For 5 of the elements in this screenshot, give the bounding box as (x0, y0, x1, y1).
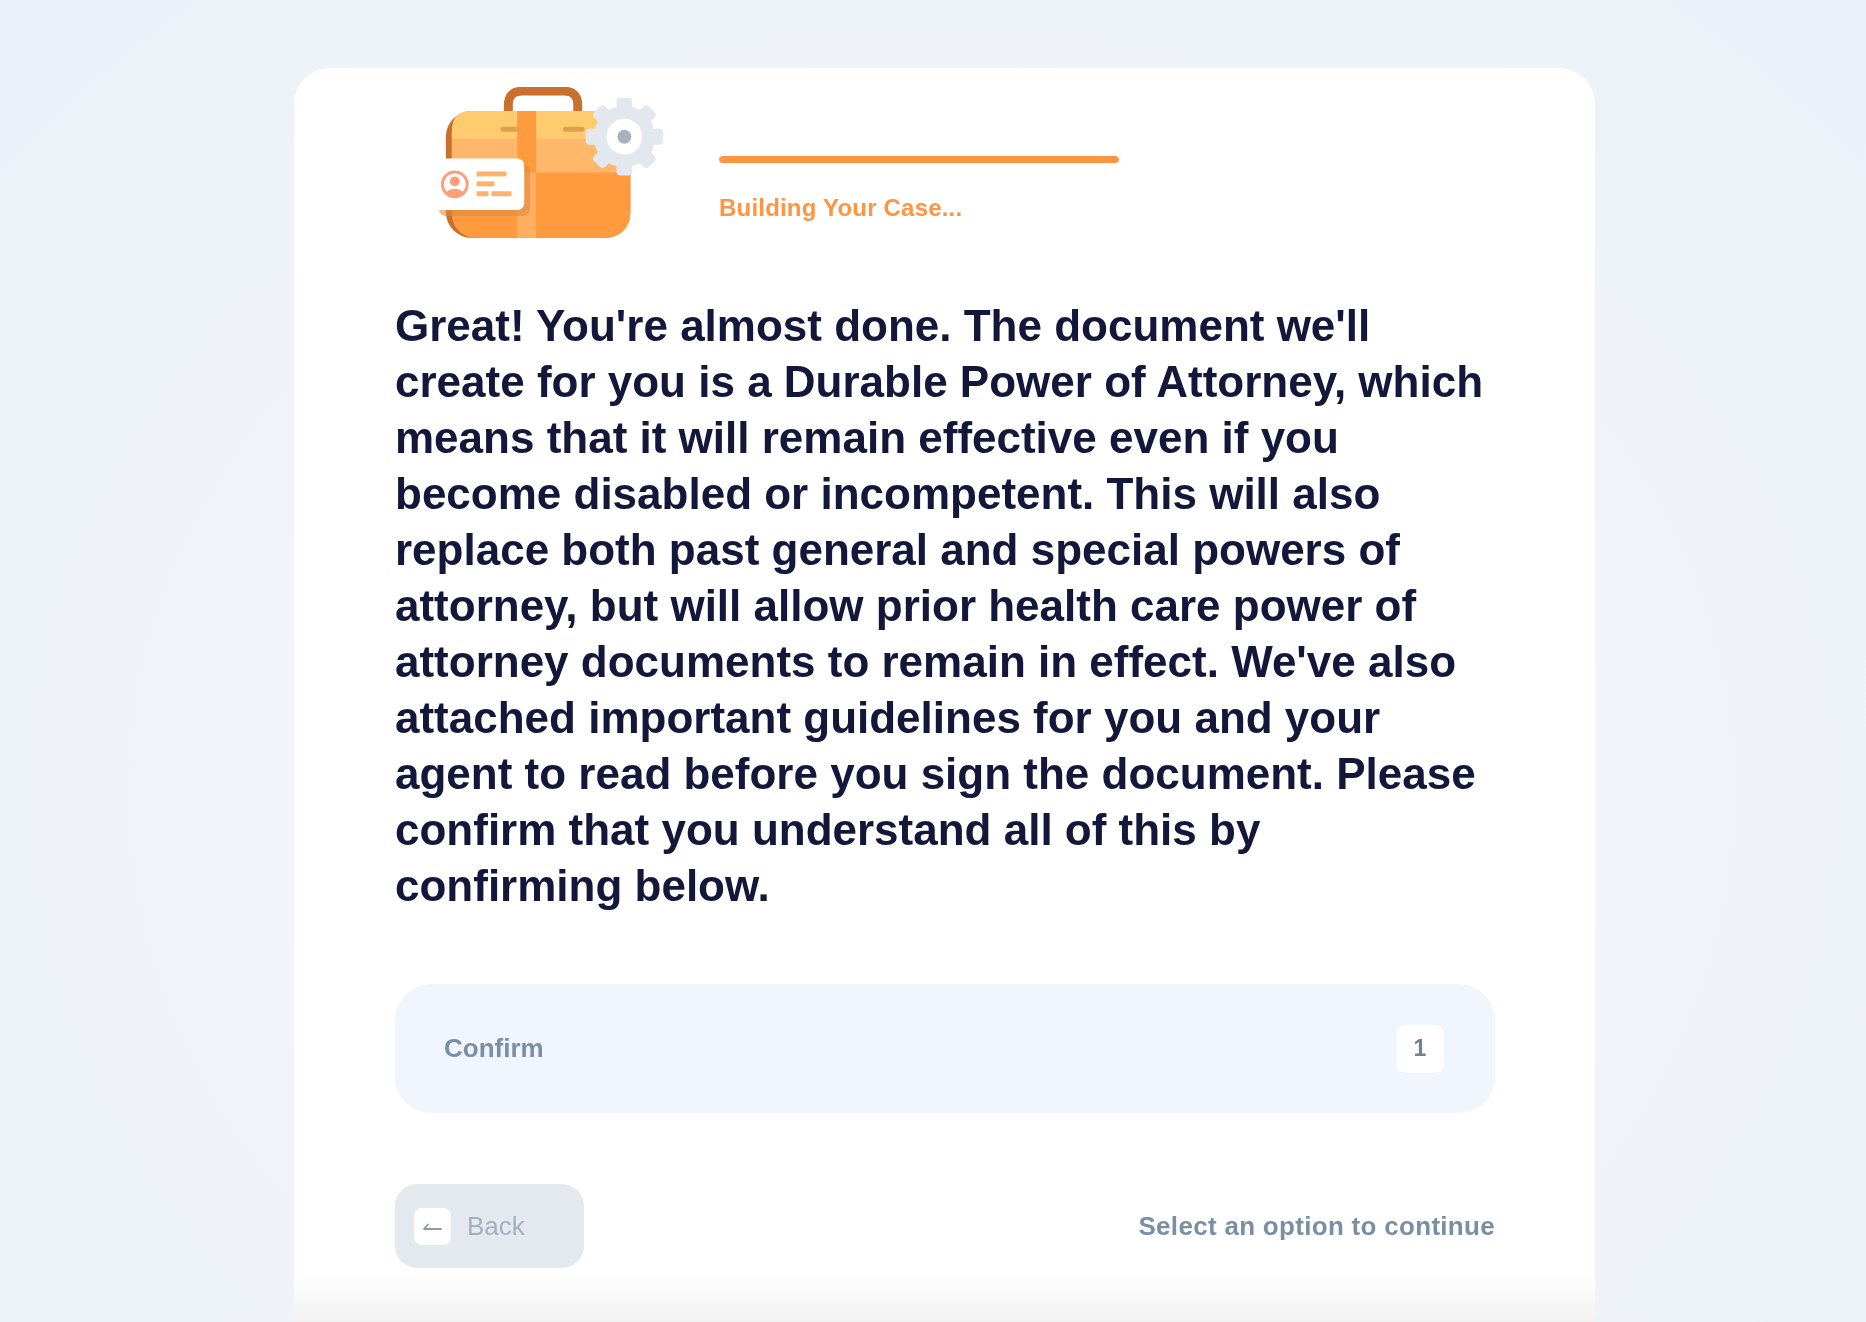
status-hint: Select an option to continue (1138, 1210, 1495, 1242)
shortcut-key: 1 (1396, 1024, 1444, 1073)
progress-label: Building Your Case... (719, 194, 964, 222)
option-button[interactable]: Confirm 1 (395, 984, 1495, 1113)
question-text: Great! You're almost done. The document we'll create for you is a Durable Power of Attorney, which means that it will remain effective even if you become disabled or incompetent. This will also replace both past general and special powers of attorney, but will allow prior health care power of attorney documents to remain in effect. We've also attached important guidelines for you and your agent to read before you sign the document. Please confirm that you understand all of this by confirming below. (395, 300, 1484, 912)
